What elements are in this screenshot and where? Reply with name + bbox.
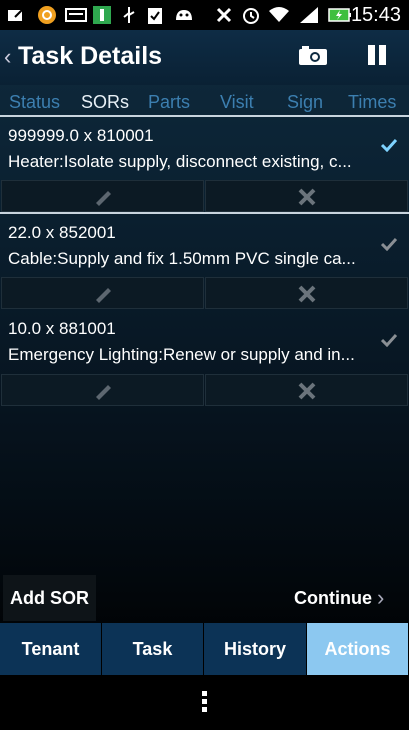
divider xyxy=(0,115,409,117)
tab-sors[interactable]: SORs xyxy=(81,92,129,113)
item-actions xyxy=(0,374,409,406)
divider xyxy=(0,212,409,214)
tab-actions[interactable]: Actions xyxy=(307,623,409,675)
list-item[interactable]: 22.0 x 852001 Cable:Supply and fix 1.50m… xyxy=(0,215,409,277)
camera-icon[interactable] xyxy=(298,44,328,66)
list-item[interactable]: 999999.0 x 810001 Heater:Isolate supply,… xyxy=(0,118,409,180)
wifi-icon xyxy=(268,5,289,25)
back-icon[interactable]: ‹ xyxy=(4,44,11,70)
tab-bar: Status SORs Parts Visit Sign Times xyxy=(0,86,409,118)
check-icon xyxy=(380,235,398,256)
check-icon xyxy=(380,136,398,157)
alarm-icon xyxy=(241,5,261,25)
overflow-menu-icon[interactable] xyxy=(200,691,208,715)
item-quantity-code: 22.0 x 852001 xyxy=(8,223,116,242)
item-actions xyxy=(0,277,409,309)
page-title[interactable]: Task Details xyxy=(18,42,162,71)
battery-charging-icon xyxy=(328,5,352,25)
android-icon xyxy=(173,5,193,25)
tab-status[interactable]: Status xyxy=(9,92,60,113)
item-actions xyxy=(0,180,409,212)
tab-task[interactable]: Task xyxy=(102,623,204,675)
pencil-icon xyxy=(95,288,111,303)
tab-history[interactable]: History xyxy=(204,623,307,675)
signal-icon xyxy=(298,5,318,25)
tab-visit[interactable]: Visit xyxy=(220,92,254,113)
chevron-right-icon[interactable]: › xyxy=(377,585,384,611)
tab-times[interactable]: Times xyxy=(348,92,396,113)
app-content: ‹ Task Details Status SORs Parts Visit S… xyxy=(0,30,409,675)
tab-parts[interactable]: Parts xyxy=(148,92,190,113)
item-quantity-code: 999999.0 x 810001 xyxy=(8,126,154,145)
continue-button[interactable]: Continue xyxy=(294,588,372,609)
check-icon xyxy=(380,331,398,352)
no-sound-icon xyxy=(214,5,234,25)
delete-button[interactable] xyxy=(205,277,408,309)
status-bar: 15:43 xyxy=(0,0,409,30)
bottom-tab-bar: Tenant Task History Actions xyxy=(0,623,409,675)
edit-button[interactable] xyxy=(1,180,204,212)
pencil-icon xyxy=(95,385,111,400)
edit-button[interactable] xyxy=(1,374,204,406)
edit-button[interactable] xyxy=(1,277,204,309)
close-icon xyxy=(298,382,315,400)
list-item[interactable]: 10.0 x 881001 Emergency Lighting:Renew o… xyxy=(0,311,409,373)
keyboard-icon xyxy=(65,5,87,25)
close-icon xyxy=(298,188,315,206)
item-description: Emergency Lighting:Renew or supply and i… xyxy=(8,345,355,364)
close-icon xyxy=(298,285,315,303)
item-description: Cable:Supply and fix 1.50mm PVC single c… xyxy=(8,249,356,268)
add-sor-button[interactable]: Add SOR xyxy=(3,575,96,621)
item-description: Heater:Isolate supply, disconnect existi… xyxy=(8,152,352,171)
tab-sign[interactable]: Sign xyxy=(287,92,323,113)
item-quantity-code: 10.0 x 881001 xyxy=(8,319,116,338)
action-bar: ‹ Task Details xyxy=(0,30,409,85)
delete-button[interactable] xyxy=(205,180,408,212)
clipboard-check-icon xyxy=(145,5,165,25)
app-i-icon xyxy=(92,5,112,25)
notification-icon xyxy=(37,5,57,25)
pencil-icon xyxy=(95,191,111,206)
tab-tenant[interactable]: Tenant xyxy=(0,623,102,675)
delete-button[interactable] xyxy=(205,374,408,406)
system-nav-bar xyxy=(0,675,409,730)
pause-icon[interactable] xyxy=(366,44,388,66)
usb-icon xyxy=(119,5,139,25)
edit-icon xyxy=(6,5,26,25)
clock: 15:43 xyxy=(350,4,401,26)
